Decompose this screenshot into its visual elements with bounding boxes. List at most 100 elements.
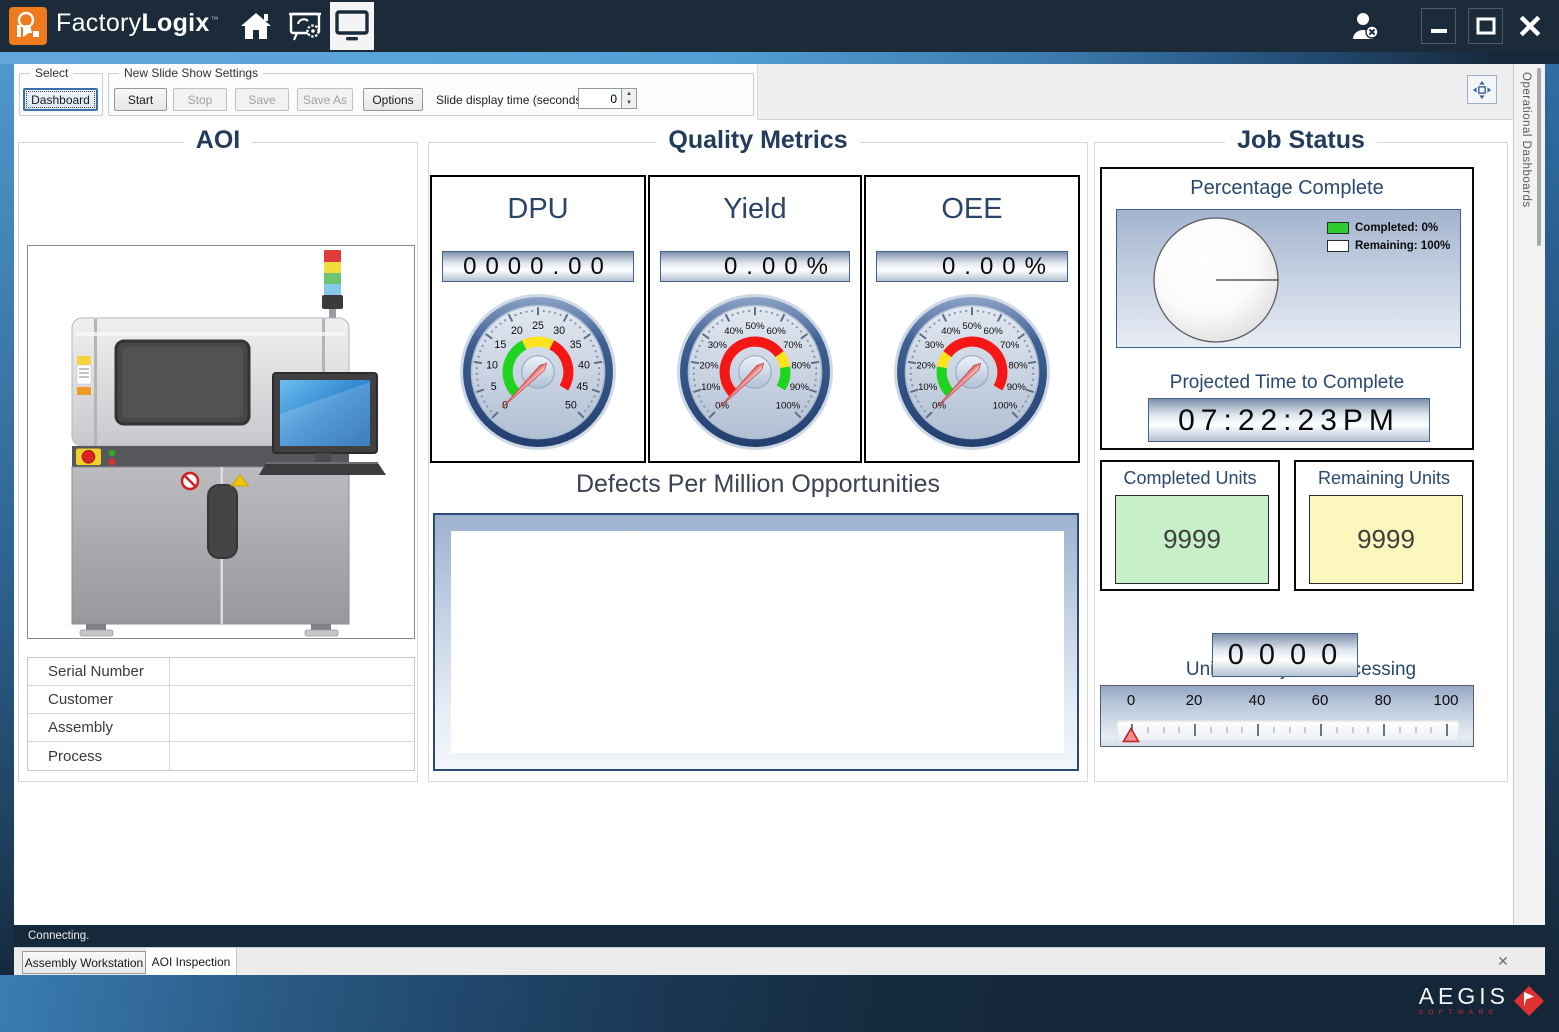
user-logoff-icon[interactable] <box>1344 4 1388 48</box>
tab-assembly-workstation[interactable]: Assembly Workstation <box>22 951 146 974</box>
remaining-legend-label: Remaining: 100% <box>1355 240 1450 252</box>
panel-close-icon[interactable]: ✕ <box>1494 952 1512 970</box>
table-row: Assembly <box>28 714 414 742</box>
svg-text:50: 50 <box>565 399 577 411</box>
maximize-button[interactable] <box>1468 8 1503 44</box>
svg-text:70%: 70% <box>783 340 803 351</box>
svg-text:80%: 80% <box>1008 360 1028 371</box>
remaining-units-value: 9999 <box>1309 495 1463 584</box>
content-area: Select Dashboard New Slide Show Settings… <box>14 64 1545 975</box>
factorylogix-logo <box>9 7 47 45</box>
dpu-meter: DPU 0000.00 05101520253035404550 <box>430 175 646 463</box>
titlebar: FactoryLogix™ <box>0 0 1559 52</box>
svg-text:25: 25 <box>532 320 544 332</box>
frame-bottom-band: AEGIS SOFTWARE <box>0 975 1559 1032</box>
oee-display: 0.00% <box>876 251 1068 282</box>
layout-move-button[interactable] <box>1467 75 1497 104</box>
legend-item-completed: Completed: 0% <box>1327 222 1438 234</box>
percentage-complete-pie <box>1149 213 1283 352</box>
svg-text:20%: 20% <box>916 360 936 371</box>
close-button[interactable] <box>1512 8 1547 44</box>
svg-text:90%: 90% <box>1007 382 1027 393</box>
svg-text:15: 15 <box>494 339 506 351</box>
customer-label: Customer <box>28 686 170 713</box>
svg-text:40%: 40% <box>941 326 961 337</box>
ruler-strip <box>1117 720 1459 740</box>
save-as-button[interactable]: Save As <box>297 88 353 111</box>
projected-time-display: 07:22:23PM <box>1148 398 1430 442</box>
stop-button[interactable]: Stop <box>173 88 227 111</box>
dpmo-chart-plot-area <box>451 531 1064 753</box>
svg-text:30%: 30% <box>708 340 728 351</box>
svg-text:60%: 60% <box>767 326 787 337</box>
assembly-label: Assembly <box>28 714 170 741</box>
minimize-button[interactable] <box>1421 8 1456 44</box>
toolbar: Select Dashboard New Slide Show Settings… <box>14 64 1545 120</box>
app-window: FactoryLogix™ <box>0 0 1559 1032</box>
options-button[interactable]: Options <box>363 88 423 111</box>
units-ready-ruler: 020406080100 <box>1100 685 1474 747</box>
svg-text:100%: 100% <box>993 400 1018 411</box>
yield-display: 0.00% <box>660 251 850 282</box>
ribbon-panel: Select Dashboard New Slide Show Settings… <box>14 64 758 120</box>
yield-gauge: 0%10%20%30%40%50%60%70%80%90%100% <box>676 293 834 451</box>
status-text: Connecting. <box>28 930 89 942</box>
home-icon[interactable] <box>234 4 278 48</box>
frame-right-band <box>1545 64 1559 975</box>
frame-left-band <box>0 64 14 975</box>
percentage-complete-chart: Completed: 0% Remaining: 100% <box>1116 209 1461 348</box>
svg-text:30%: 30% <box>925 340 945 351</box>
save-button[interactable]: Save <box>235 88 289 111</box>
yield-meter: Yield 0.00% 0%10%20%30%40%50%60%70%80%90… <box>648 175 862 463</box>
yield-label: Yield <box>650 193 860 226</box>
svg-text:50%: 50% <box>962 321 982 332</box>
frame-top-band <box>0 52 1559 64</box>
presentation-settings-icon[interactable] <box>284 4 328 48</box>
aoi-panel: AOI <box>18 142 418 782</box>
customer-value <box>170 686 414 713</box>
units-ready-display: 0000 <box>1212 633 1358 677</box>
completed-units-title: Completed Units <box>1102 468 1278 489</box>
select-group-label: Select <box>30 66 73 80</box>
svg-text:30: 30 <box>553 325 565 337</box>
tab-aoi-inspection[interactable]: AOI Inspection <box>146 948 237 975</box>
factorylogix-logo-glyph <box>9 7 47 45</box>
bottom-tab-strip: Assembly Workstation AOI Inspection ✕ <box>14 947 1545 975</box>
remaining-swatch <box>1327 240 1349 252</box>
remaining-units-title: Remaining Units <box>1296 468 1472 489</box>
side-tab-operational-dashboards[interactable]: Operational Dashboards <box>1520 72 1532 208</box>
percentage-complete-box: Percentage Complete Completed: 0% Remain… <box>1100 167 1474 450</box>
slideshow-group-label: New Slide Show Settings <box>119 66 263 80</box>
svg-text:50%: 50% <box>745 321 765 332</box>
svg-text:0%: 0% <box>932 400 946 411</box>
job-status-title: Job Status <box>1225 126 1377 155</box>
side-tab-strip: Operational Dashboards <box>1513 64 1545 925</box>
dpu-display: 0000.00 <box>442 251 634 282</box>
oee-meter: OEE 0.00% 0%10%20%30%40%50%60%70%80%90%1… <box>864 175 1080 463</box>
svg-text:20: 20 <box>511 325 523 337</box>
slide-time-input[interactable] <box>578 88 622 109</box>
svg-text:0%: 0% <box>715 400 729 411</box>
aegis-logo: AEGIS SOFTWARE <box>1419 984 1545 1018</box>
completed-units-value: 9999 <box>1115 495 1269 584</box>
completed-legend-label: Completed: 0% <box>1355 222 1438 234</box>
completed-swatch <box>1327 222 1349 234</box>
svg-text:20%: 20% <box>699 360 719 371</box>
svg-text:5: 5 <box>491 381 497 393</box>
svg-text:60%: 60% <box>984 326 1004 337</box>
aoi-panel-title: AOI <box>184 126 252 155</box>
aegis-flag-icon <box>1513 984 1545 1018</box>
side-tab-edge-bar <box>1537 68 1541 246</box>
svg-text:40: 40 <box>578 359 590 371</box>
start-button[interactable]: Start <box>114 88 167 111</box>
svg-text:10: 10 <box>486 359 498 371</box>
svg-text:100%: 100% <box>776 400 801 411</box>
aegis-brand-text: AEGIS <box>1419 984 1509 1008</box>
dashboard-monitor-icon[interactable] <box>330 2 374 50</box>
completed-units-box: Completed Units 9999 <box>1100 460 1280 591</box>
svg-text:70%: 70% <box>1000 340 1020 351</box>
slide-time-spinner[interactable]: ▲▼ <box>622 88 637 109</box>
dashboard-button[interactable]: Dashboard <box>23 88 98 111</box>
app-brand: FactoryLogix™ <box>56 9 219 38</box>
projected-time-title: Projected Time to Complete <box>1102 372 1472 394</box>
